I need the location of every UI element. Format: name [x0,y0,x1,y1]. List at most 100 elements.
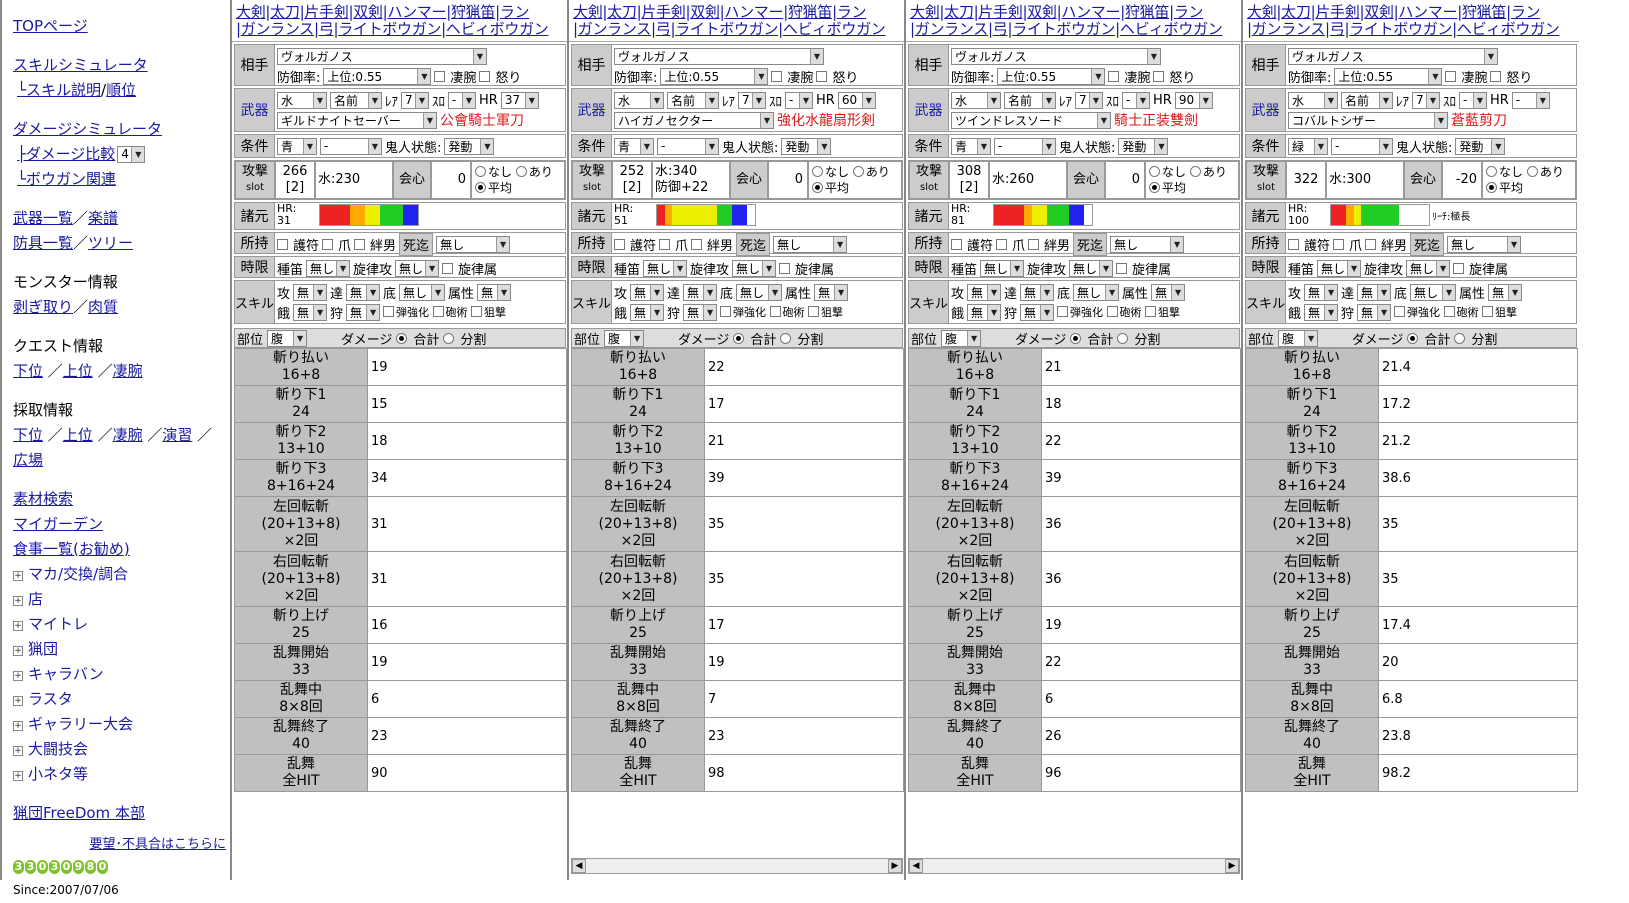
nav-weapon-type-link[interactable]: 太刀 [607,3,637,21]
angry-checkbox[interactable] [816,70,828,82]
nav-weapon-type-link[interactable]: ライトボウガン [675,20,778,38]
element-select[interactable]: 水 ▼ [1288,91,1338,109]
gather-low-link[interactable]: 下位 [13,426,43,444]
crit-avg-radio[interactable] [475,182,486,193]
nav-weapon-type-link[interactable]: 双剣 [690,3,720,21]
skill-hunt-select[interactable]: 無 ▼ [1020,303,1055,321]
g-rank-checkbox[interactable] [434,70,446,82]
nav-weapon-type-link[interactable]: 弓 [319,20,334,38]
split-radio[interactable] [443,332,455,344]
skill-hunt-select[interactable]: 無 ▼ [1357,303,1392,321]
nav-weapon-type-link[interactable]: ハンマー [724,3,783,21]
nav-weapon-type-link[interactable]: ヘビィボウガン [446,20,549,38]
skill-hunger-select[interactable]: 無 ▼ [1304,303,1339,321]
split-radio[interactable] [780,332,792,344]
weapon-select[interactable]: ハイガノセクター ▼ [614,111,774,129]
skill-hunger-select[interactable]: 無 ▼ [967,303,1002,321]
weapon-select[interactable]: ギルドナイトセーバー ▼ [277,111,437,129]
defense-select[interactable]: 上位:0.55 ▼ [997,67,1106,85]
scores-link[interactable]: 楽譜 [88,209,118,227]
part-select[interactable]: 腹 ▼ [604,329,645,347]
melody-select[interactable]: 無し ▼ [1069,259,1114,277]
crit-yes-radio[interactable] [852,166,864,177]
condition-select[interactable]: - ▼ [1331,137,1393,155]
nav-weapon-type-link[interactable]: ヘビィボウガン [1457,20,1560,38]
monster-select[interactable]: ヴォルガノス ▼ [277,47,487,65]
expand-icon[interactable]: + [13,646,23,656]
nav-weapon-type-link[interactable]: 太刀 [1281,3,1311,21]
tree-item-link[interactable]: ギャラリー大会 [28,715,133,733]
part-select[interactable]: 腹 ▼ [941,329,982,347]
nav-weapon-type-link[interactable]: 片手剣 [641,3,685,21]
nav-weapon-type-link[interactable]: ハンマー [1061,3,1120,21]
skill-desc-link[interactable]: └スキル説明 [17,81,101,99]
nav-weapon-type-link[interactable]: 大剣 [1247,3,1277,21]
nav-weapon-type-link[interactable]: ガンランス [915,20,989,38]
nav-weapon-type-link[interactable]: ライトボウガン [338,20,441,38]
scroll-left-icon[interactable]: ◀ [909,859,923,873]
sharpness-color-select[interactable]: 青 ▼ [951,137,991,155]
scroll-right-icon[interactable]: ▶ [888,859,902,873]
crit-yes-radio[interactable] [515,166,527,177]
rare-select[interactable]: 7 ▼ [401,91,429,109]
bond-checkbox[interactable] [1365,238,1377,250]
crit-none-radio[interactable] [812,166,823,177]
condition-select[interactable]: - ▼ [320,137,382,155]
hr-select[interactable]: 90 ▼ [1174,91,1213,109]
tree-item-link[interactable]: マカ/交換/調合 [28,565,128,583]
charm-checkbox[interactable] [951,238,962,250]
element-select[interactable]: 水 ▼ [277,91,327,109]
crit-none-radio[interactable] [1486,166,1497,177]
bond-checkbox[interactable] [354,238,366,250]
scroll-right-icon[interactable]: ▶ [1225,859,1239,873]
compare-count-select[interactable]: 4 ▼ [117,146,146,163]
nav-weapon-type-link[interactable]: ハンマー [1398,3,1457,21]
nav-weapon-type-link[interactable]: ラン [1511,3,1541,21]
bond-checkbox[interactable] [1028,238,1040,250]
demon-select[interactable]: 発動 ▼ [1118,137,1169,155]
quest-high-link[interactable]: 上位 [63,362,93,380]
defense-select[interactable]: 上位:0.55 ▼ [323,67,432,85]
skill-mastery-select[interactable]: 無 ▼ [1357,283,1392,301]
tree-item-link[interactable]: マイトレ [28,615,88,633]
angry-checkbox[interactable] [479,70,491,82]
melody-element-checkbox[interactable] [779,262,791,274]
melody-element-checkbox[interactable] [1116,262,1128,274]
horizontal-scrollbar[interactable]: ◀ ▶ [908,858,1240,874]
crit-avg-radio[interactable] [812,182,823,193]
skill-bottom-select[interactable]: 無し ▼ [399,283,446,301]
nav-weapon-type-link[interactable]: 双剣 [1027,3,1057,21]
split-radio[interactable] [1117,332,1129,344]
slot-select[interactable]: - ▼ [785,91,813,109]
monster-select[interactable]: ヴォルガノス ▼ [1288,47,1498,65]
tree-link[interactable]: ツリー [88,234,133,252]
claw-checkbox[interactable] [996,238,1008,250]
skill-bottom-select[interactable]: 無し ▼ [1410,283,1457,301]
nav-weapon-type-link[interactable]: 太刀 [270,3,300,21]
element-select[interactable]: 水 ▼ [951,91,1001,109]
gunner-checkbox[interactable] [1106,306,1118,317]
crit-none-radio[interactable] [1149,166,1160,177]
melody-select[interactable]: 無し ▼ [395,259,440,277]
tree-item-link[interactable]: 猟団 [28,640,58,658]
skill-hunt-select[interactable]: 無 ▼ [683,303,718,321]
bond-checkbox[interactable] [691,238,703,250]
skill-element-select[interactable]: 無 ▼ [1151,283,1186,301]
slot-select[interactable]: - ▼ [1459,91,1487,109]
horn-select[interactable]: 無し ▼ [643,259,688,277]
tree-item-link[interactable]: キャラバン [28,665,104,683]
demon-select[interactable]: 発動 ▼ [444,137,495,155]
g-rank-checkbox[interactable] [1108,70,1120,82]
gunner-checkbox[interactable] [1443,306,1455,317]
scroll-left-icon[interactable]: ◀ [572,859,586,873]
tree-item-link[interactable]: ラスタ [28,690,73,708]
sharpness-color-select[interactable]: 青 ▼ [277,137,317,155]
quest-low-link[interactable]: 下位 [13,362,43,380]
claw-checkbox[interactable] [1333,238,1345,250]
skill-mastery-select[interactable]: 無 ▼ [346,283,381,301]
nav-weapon-type-link[interactable]: 大剣 [236,3,266,21]
gather-practice-link[interactable]: 演習 [162,426,192,444]
hr-select[interactable]: 37 ▼ [500,91,539,109]
expand-icon[interactable]: + [13,671,23,681]
food-list-link[interactable]: 食事一覧(お勧め) [13,540,130,558]
